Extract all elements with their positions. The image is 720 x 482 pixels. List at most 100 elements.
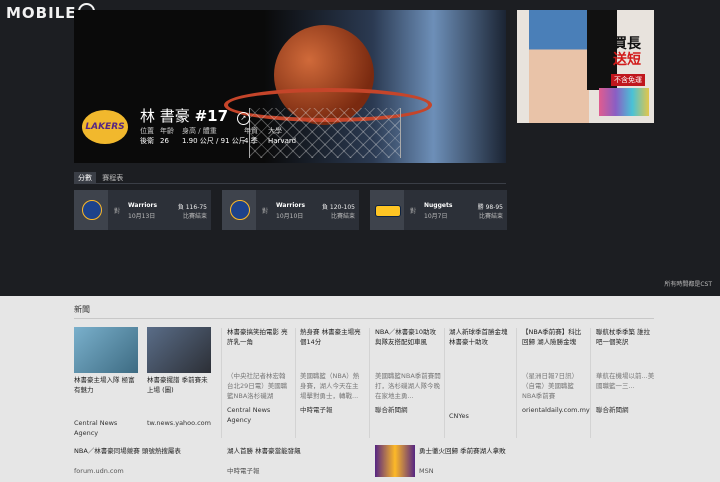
news-title[interactable]: 林書豪主場入隊 極富有魅力 <box>74 375 140 395</box>
player-hero-banner: LAKERS 林 書豪 #17 ↗ 位置後衛 年齡 26 身高 / 體重 1.90 … <box>74 10 506 163</box>
news-item[interactable]: 湖人新球季首勝金塊 林書豪十助攻 CNYes <box>449 327 511 421</box>
news-item[interactable]: 林書豪主場入隊 極富有魅力 Central News Agency <box>74 327 140 438</box>
news-item[interactable]: 熱身賽 林書豪主場亮個14分 美國職籃（NBA）熱身賽，湖人今天在主場擊對勇士，… <box>300 327 364 415</box>
news-title[interactable]: 林書豪搞笑拍電影 亮許乳一角 <box>227 327 289 347</box>
ad-headline: 買長 送短 <box>613 36 651 68</box>
news-item[interactable]: NBA／林書豪同場競賽 頭號熱搜屬表 forum.udn.com <box>74 446 214 476</box>
news-source: 聯合新聞網 <box>375 406 408 414</box>
news-summary: 華航在機場以前...美國職籃一三... <box>596 372 655 390</box>
player-number: #17 <box>194 107 229 125</box>
news-item[interactable]: 林書豪搞笑拍電影 亮許乳一角 （中央社記者林宏翰台北29日電）美國職籃NBA洛杉… <box>227 327 289 425</box>
stat-age: 年齡 26 <box>160 126 174 146</box>
stat-label: 位置 <box>140 127 154 135</box>
stat-value: 後衛 <box>140 137 154 145</box>
game-status: 比賽結束 <box>330 213 355 220</box>
game-vs: 對 <box>114 208 121 215</box>
news-item[interactable]: 聯航杖季季築 誰拉吧一個笑訳 華航在機場以前...美國職籃一三... 聯合新聞網 <box>596 327 656 415</box>
news-source: forum.udn.com <box>74 467 124 475</box>
site-logo-text: MOBILE <box>6 4 77 22</box>
news-summary: （中央社記者林宏翰台北29日電）美國職籃NBA洛杉磯湖 <box>227 372 288 400</box>
ad-shorts-image <box>599 88 649 116</box>
news-heading: 新聞 <box>74 305 90 314</box>
ad-line2: 送短 <box>613 52 641 68</box>
news-item[interactable]: 林書豪擺譜 季前賽未上場 (圖) tw.news.yahoo.com <box>147 327 213 428</box>
news-title[interactable]: 【NBA季前賽】科比回歸 湖人險勝金塊 <box>522 327 586 347</box>
nuggets-logo-icon <box>375 205 401 217</box>
stat-experience: 年資 4 季 <box>244 126 258 146</box>
game-opponent: Warriors <box>276 202 306 209</box>
external-link-icon[interactable]: ↗ <box>236 112 250 125</box>
news-section: 新聞 林書豪主場入隊 極富有魅力 Central News Agency 林書豪… <box>0 296 720 482</box>
game-card[interactable]: 對 Nuggets 10月7日 勝 98-95 比賽結束 <box>370 190 507 230</box>
game-card[interactable]: 對 Warriors 10月10日 負 120-105 比賽結束 <box>222 190 359 230</box>
team-logo <box>74 190 108 230</box>
game-vs: 對 <box>410 208 417 215</box>
news-title[interactable]: NBA／林書豪10助攻 與隊友搭配如車風 <box>375 327 441 347</box>
news-thumbnail <box>147 327 211 373</box>
news-item[interactable]: 勇士徹火回歸 季前賽湖人拿敗 MSN <box>419 446 529 476</box>
news-summary: （星洲日報7日訊）（自電）美國職籃NBA季前賽 <box>522 372 579 400</box>
game-vs: 對 <box>262 208 269 215</box>
player-name: 林 書豪 #17 ↗ <box>140 105 250 126</box>
advertisement-banner[interactable]: 買長 送短 不含免運 <box>517 10 654 123</box>
news-source: Central News Agency <box>227 406 271 424</box>
game-score: 勝 98-95 <box>477 204 503 211</box>
lakers-team-logo: LAKERS <box>82 110 128 144</box>
news-title[interactable]: 湖人首勝 林書豪當能發飆 <box>227 446 357 456</box>
news-title[interactable]: NBA／林書豪同場競賽 頭號熱搜屬表 <box>74 446 214 456</box>
stat-height-weight: 身高 / 體重 1.90 公尺 / 91 公斤 <box>182 126 246 146</box>
column-divider <box>516 328 517 438</box>
news-source: MSN <box>419 467 434 475</box>
stat-value: 26 <box>160 137 169 145</box>
news-item[interactable]: 【NBA季前賽】科比回歸 湖人險勝金塊 （星洲日報7日訊）（自電）美國職籃NBA… <box>522 327 590 415</box>
news-summary: 美國職籃NBA季前賽開打，洛杉磯湖人隊今晚在家地主勇... <box>375 372 441 400</box>
stat-position: 位置 後衛 <box>140 126 154 146</box>
game-date: 10月7日 <box>424 213 448 220</box>
game-opponent: Nuggets <box>424 202 453 209</box>
stat-label: 大學 <box>268 127 282 135</box>
news-title[interactable]: 林書豪擺譜 季前賽未上場 (圖) <box>147 375 213 395</box>
stat-label: 年齡 <box>160 127 174 135</box>
game-date: 10月13日 <box>128 213 156 220</box>
game-card[interactable]: 對 Warriors 10月13日 負 116-75 比賽結束 <box>74 190 211 230</box>
game-opponent: Warriors <box>128 202 158 209</box>
news-item[interactable]: 湖人首勝 林書豪當能發飆 中時電子報 <box>227 446 357 476</box>
news-source: orientaldaily.com.my <box>522 406 590 414</box>
team-logo <box>370 190 404 230</box>
game-date: 10月10日 <box>276 213 304 220</box>
news-title[interactable]: 湖人新球季首勝金塊 林書豪十助攻 <box>449 327 511 347</box>
stat-college: 大學 Harvard <box>268 126 296 146</box>
news-source: 中時電子報 <box>300 406 333 414</box>
column-divider <box>444 328 445 438</box>
game-score: 負 120-105 <box>322 204 355 211</box>
warriors-logo-icon <box>82 200 102 220</box>
game-status: 比賽結束 <box>182 213 207 220</box>
ad-model-image <box>529 10 589 123</box>
timezone-note: 所有時間都是CST <box>664 281 712 288</box>
tab-divider <box>74 183 506 184</box>
news-title[interactable]: 聯航杖季季築 誰拉吧一個笑訳 <box>596 327 656 347</box>
stat-value: 4 季 <box>244 137 258 145</box>
column-divider <box>369 328 370 438</box>
team-logo <box>222 190 256 230</box>
news-thumbnail <box>74 327 138 373</box>
news-item[interactable]: NBA／林書豪10助攻 與隊友搭配如車風 美國職籃NBA季前賽開打，洛杉磯湖人隊… <box>375 327 441 415</box>
news-source: 中時電子報 <box>227 467 260 475</box>
game-score: 負 116-75 <box>177 204 207 211</box>
stat-label: 年資 <box>244 127 258 135</box>
warriors-logo-icon <box>230 200 250 220</box>
news-thumbnail[interactable] <box>375 445 415 477</box>
news-title[interactable]: 勇士徹火回歸 季前賽湖人拿敗 <box>419 446 529 456</box>
stat-value: 1.90 公尺 / 91 公斤 <box>182 137 246 145</box>
stat-value: Harvard <box>268 137 297 145</box>
ad-line1: 買長 <box>613 36 641 52</box>
news-summary: 美國職籃（NBA）熱身賽，湖人今天在主場擊對勇士，轉戰... <box>300 372 360 400</box>
news-source: tw.news.yahoo.com <box>147 419 211 427</box>
news-source: CNYes <box>449 412 469 420</box>
news-divider <box>74 318 654 319</box>
stat-label: 身高 / 體重 <box>182 127 217 135</box>
player-name-text: 林 書豪 <box>140 107 190 125</box>
column-divider <box>221 328 222 438</box>
news-title[interactable]: 熱身賽 林書豪主場亮個14分 <box>300 327 364 347</box>
column-divider <box>590 328 591 438</box>
